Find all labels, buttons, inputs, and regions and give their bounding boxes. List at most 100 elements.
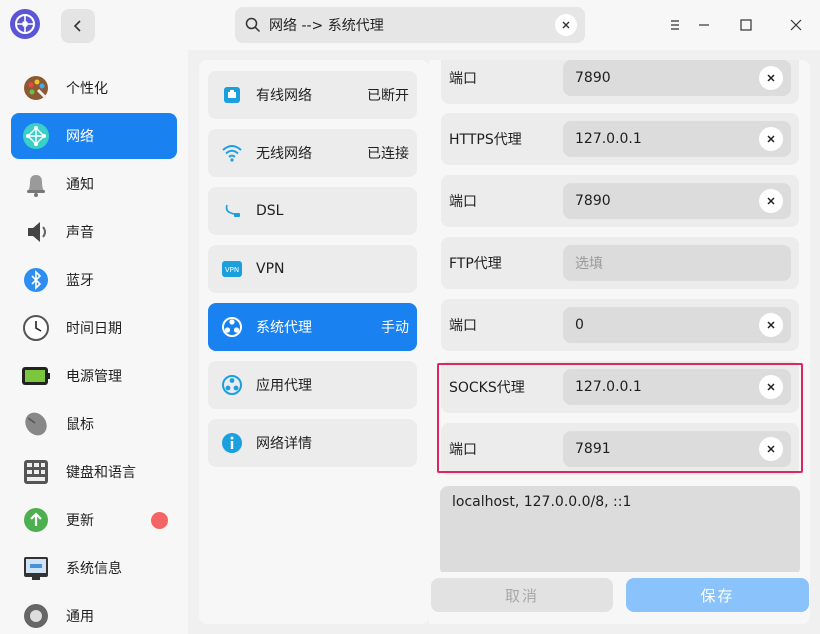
sidebar-item-label: 键盘和语言 (66, 465, 136, 481)
close-icon (767, 445, 775, 453)
submenu-item-status: 手动 (381, 320, 409, 336)
clear-button[interactable] (759, 127, 783, 151)
update-badge (151, 512, 168, 529)
app-logo-icon (10, 9, 40, 39)
proxy-row: HTTPS代理 127.0.0.1 (441, 113, 799, 165)
input-value: 7890 (575, 193, 611, 209)
close-icon (767, 135, 775, 143)
sidebar-item-label: 声音 (66, 225, 94, 241)
socks-proxy-input[interactable]: 127.0.0.1 (563, 369, 791, 405)
ignore-hosts-textarea[interactable]: localhost, 127.0.0.0/8, ::1 (440, 486, 800, 576)
submenu-item-status: 已断开 (367, 88, 409, 104)
sidebar-item-label: 系统信息 (66, 561, 122, 577)
submenu-item-vpn[interactable]: VPN VPN (208, 245, 417, 293)
submenu-item-label: 无线网络 (256, 146, 312, 162)
minimize-button[interactable] (689, 10, 719, 40)
port-input[interactable]: 7891 (563, 431, 791, 467)
submenu-item-app-proxy[interactable]: 应用代理 (208, 361, 417, 409)
info-icon (220, 431, 244, 455)
chevron-left-icon (73, 20, 81, 32)
https-proxy-input[interactable]: 127.0.0.1 (563, 121, 791, 157)
sidebar-item-general[interactable]: 通用 (11, 593, 177, 634)
search-icon (245, 17, 261, 33)
field-label: HTTPS代理 (449, 132, 522, 148)
close-icon (767, 321, 775, 329)
sidebar-item-label: 鼠标 (66, 417, 94, 433)
back-button[interactable] (61, 9, 95, 43)
close-icon (767, 74, 775, 82)
submenu-item-label: 有线网络 (256, 88, 312, 104)
sidebar-item-mouse[interactable]: 鼠标 (11, 401, 177, 447)
close-icon (790, 19, 802, 31)
maximize-icon (740, 19, 752, 31)
close-window-button[interactable] (781, 10, 811, 40)
input-value: 7891 (575, 441, 611, 457)
ftp-proxy-input[interactable]: 选填 (563, 245, 791, 281)
app-proxy-icon (220, 373, 244, 397)
proxy-row: FTP代理 选填 (441, 237, 799, 289)
sidebar-item-update[interactable]: 更新 (11, 497, 177, 543)
clear-button[interactable] (759, 437, 783, 461)
input-value: 0 (575, 317, 584, 333)
svg-text:VPN: VPN (225, 266, 239, 274)
search-input[interactable]: 网络 --> 系统代理 (235, 7, 585, 43)
clear-button[interactable] (759, 375, 783, 399)
vpn-icon: VPN (220, 257, 244, 281)
submenu-item-label: 应用代理 (256, 378, 312, 394)
clock-icon (21, 313, 51, 343)
search-clear-button[interactable] (555, 14, 577, 36)
close-icon (562, 21, 570, 29)
title-bar: 网络 --> 系统代理 (0, 0, 820, 50)
dsl-icon (220, 199, 244, 223)
submenu-item-label: 系统代理 (256, 320, 312, 336)
update-icon (21, 505, 51, 535)
submenu-item-system-proxy[interactable]: 系统代理 手动 (208, 303, 417, 351)
save-button[interactable]: 保存 (626, 578, 809, 612)
port-input[interactable]: 7890 (563, 183, 791, 219)
menu-button[interactable] (660, 10, 690, 40)
system-info-icon (21, 553, 51, 583)
submenu-item-label: 网络详情 (256, 436, 312, 452)
maximize-button[interactable] (731, 10, 761, 40)
sidebar-item-notification[interactable]: 通知 (11, 161, 177, 207)
proxy-row: 端口 7890 (441, 175, 799, 227)
sidebar-item-power[interactable]: 电源管理 (11, 353, 177, 399)
proxy-row: SOCKS代理 127.0.0.1 (441, 361, 799, 413)
sidebar-item-label: 个性化 (66, 81, 108, 97)
sidebar-item-datetime[interactable]: 时间日期 (11, 305, 177, 351)
submenu-item-label: DSL (256, 203, 284, 219)
field-label: FTP代理 (449, 256, 502, 272)
battery-icon (21, 361, 51, 391)
network-icon (21, 121, 51, 151)
proxy-row: 端口 0 (441, 299, 799, 351)
keyboard-icon (21, 457, 51, 487)
cancel-button[interactable]: 取消 (431, 578, 613, 612)
clear-button[interactable] (759, 66, 783, 90)
system-proxy-icon (220, 315, 244, 339)
port-input[interactable]: 7890 (563, 60, 791, 96)
sidebar-item-system-info[interactable]: 系统信息 (11, 545, 177, 591)
sidebar-item-bluetooth[interactable]: 蓝牙 (11, 257, 177, 303)
input-value: 7890 (575, 70, 611, 86)
submenu-item-wired[interactable]: 有线网络 已断开 (208, 71, 417, 119)
sidebar-item-keyboard[interactable]: 键盘和语言 (11, 449, 177, 495)
hamburger-icon (671, 20, 679, 30)
port-input[interactable]: 0 (563, 307, 791, 343)
sidebar-item-label: 通用 (66, 609, 94, 625)
network-submenu: 有线网络 已断开 无线网络 已连接 DSL VPN VPN 系统代理 手动 应用… (199, 60, 429, 624)
sidebar-item-sound[interactable]: 声音 (11, 209, 177, 255)
submenu-item-dsl[interactable]: DSL (208, 187, 417, 235)
sidebar-item-personalization[interactable]: 个性化 (11, 65, 177, 111)
clear-button[interactable] (759, 313, 783, 337)
submenu-item-wireless[interactable]: 无线网络 已连接 (208, 129, 417, 177)
minimize-icon (699, 24, 709, 26)
field-label: 端口 (449, 442, 477, 458)
sidebar-item-network[interactable]: 网络 (11, 113, 177, 159)
submenu-item-network-details[interactable]: 网络详情 (208, 419, 417, 467)
input-value: 127.0.0.1 (575, 131, 642, 147)
bell-icon (21, 169, 51, 199)
clear-button[interactable] (759, 189, 783, 213)
field-label: 端口 (449, 71, 477, 87)
sidebar-item-label: 通知 (66, 177, 94, 193)
search-text: 网络 --> 系统代理 (269, 18, 384, 34)
